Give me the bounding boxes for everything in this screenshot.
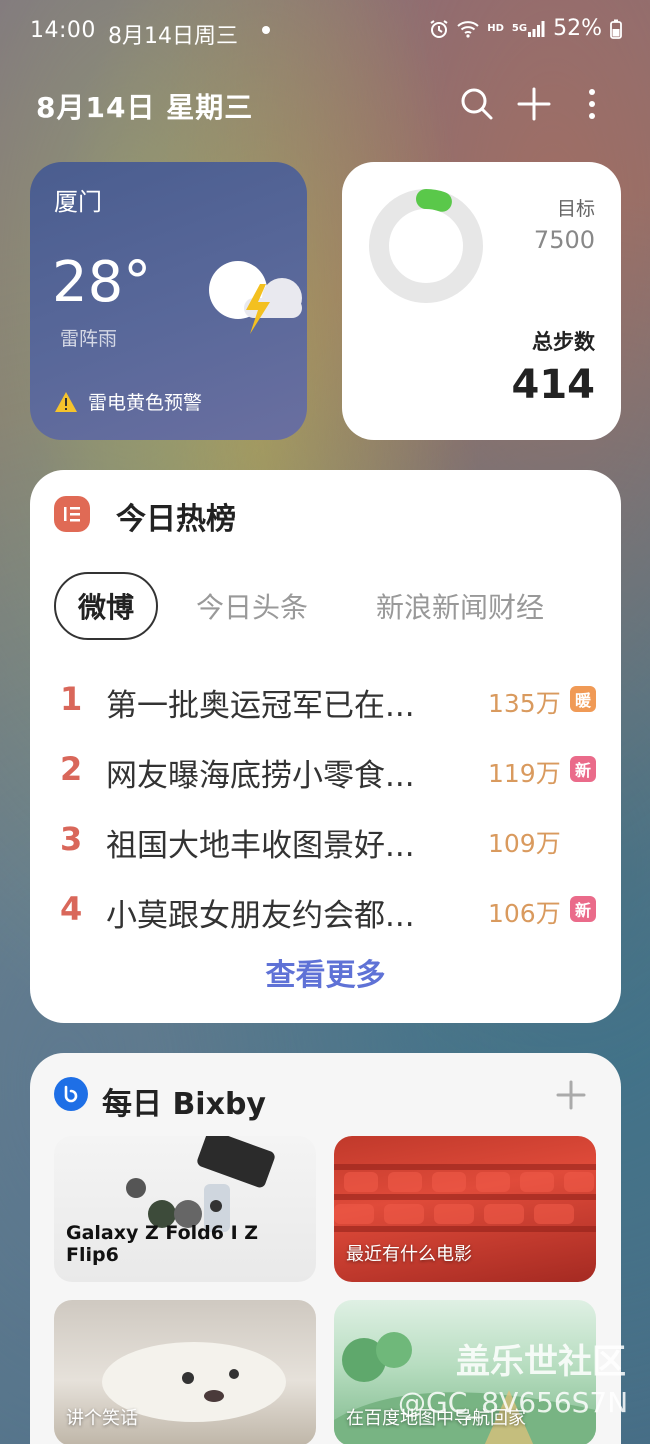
status-bar: 14:00 8月14日周三 HD 5G 52% — [0, 0, 650, 62]
headline-text: 小莫跟女朋友约会都... — [106, 898, 415, 934]
watermark-title: 盖乐世社区 — [456, 1342, 626, 1382]
plus-icon — [517, 87, 551, 121]
alarm-icon — [429, 19, 449, 39]
bixby-title: 每日 Bixby — [102, 1087, 266, 1122]
weather-city: 厦门 — [54, 188, 102, 216]
tile-label: Galaxy Z Fold6 I Z Flip6 — [66, 1222, 259, 1266]
search-icon — [461, 88, 493, 120]
tab-toutiao[interactable]: 今日头条 — [196, 572, 308, 640]
status-date: 8月14日周三 — [108, 24, 238, 49]
hd-indicator: HD — [487, 23, 504, 34]
status-icons: HD 5G 52% — [429, 16, 622, 41]
new-badge: 新 — [570, 756, 596, 782]
hot-list-logo-icon — [54, 496, 90, 532]
tab-sina-finance[interactable]: 新浪新闻财经 — [376, 572, 544, 640]
network-gen-label: 5G — [511, 23, 528, 34]
bixby-add-button[interactable] — [551, 1075, 591, 1115]
wifi-icon — [457, 20, 479, 38]
steps-widget[interactable]: 目标 7500 总步数 414 — [342, 162, 621, 440]
bixby-tile-joke[interactable]: 讲个笑话 — [54, 1300, 316, 1444]
page-title: 8月14日 星期三 — [36, 91, 254, 124]
status-time: 14:00 — [30, 18, 96, 43]
thunderstorm-icon — [204, 260, 307, 344]
search-button[interactable] — [457, 84, 497, 124]
hot-list-widget: 今日热榜 微博 今日头条 新浪新闻财经 1 第一批奥运冠军已在... 135万 … — [30, 470, 621, 1023]
rank-number: 3 — [60, 820, 83, 858]
steps-total-value: 414 — [511, 362, 596, 408]
rank-number: 4 — [60, 890, 83, 928]
heat-count: 109万 — [488, 829, 561, 858]
rank-number: 2 — [60, 750, 83, 788]
list-item[interactable]: 1 第一批奥运冠军已在... 135万 暖 — [30, 674, 621, 724]
add-widget-button[interactable] — [514, 84, 554, 124]
steps-goal-label: 目标 — [556, 198, 595, 220]
bixby-tile-movies[interactable]: 最近有什么电影 — [334, 1136, 596, 1282]
heat-count: 106万 — [488, 899, 561, 928]
rank-number: 1 — [60, 680, 83, 718]
hot-list-title: 今日热榜 — [116, 502, 236, 537]
list-item[interactable]: 3 祖国大地丰收图景好... 109万 — [30, 814, 621, 864]
heat-count: 119万 — [488, 759, 561, 788]
weather-temperature: 28° — [52, 250, 152, 315]
weather-alert-text: 雷电黄色预警 — [88, 392, 203, 414]
watermark-id: @GC_8V656S7N — [398, 1386, 629, 1419]
battery-icon — [610, 19, 622, 39]
weather-condition: 雷阵雨 — [60, 328, 118, 350]
headline-text: 第一批奥运冠军已在... — [106, 688, 415, 724]
heat-count: 135万 — [488, 689, 561, 718]
warm-badge: 暖 — [570, 686, 596, 712]
weather-alert[interactable]: 雷电黄色预警 — [54, 388, 202, 415]
see-more-link[interactable]: 查看更多 — [30, 950, 621, 994]
steps-goal-value: 7500 — [533, 226, 595, 254]
signal-icon: 5G — [512, 20, 545, 38]
tab-weibo[interactable]: 微博 — [54, 572, 158, 640]
list-item[interactable]: 4 小莫跟女朋友约会都... 106万 新 — [30, 884, 621, 934]
tile-label: 讲个笑话 — [66, 1408, 138, 1429]
battery-percent: 52% — [553, 16, 602, 41]
notification-dot — [262, 26, 270, 34]
more-vertical-icon — [589, 89, 595, 119]
weather-widget[interactable]: 厦门 28° 雷阵雨 雷电黄色预警 — [30, 162, 307, 440]
list-item[interactable]: 2 网友曝海底捞小零食... 119万 新 — [30, 744, 621, 794]
bixby-tile-galaxy[interactable]: Galaxy Z Fold6 I Z Flip6 — [54, 1136, 316, 1282]
steps-total-label: 总步数 — [532, 330, 595, 354]
steps-progress-ring — [369, 189, 483, 303]
headline-text: 祖国大地丰收图景好... — [106, 828, 415, 864]
plus-icon — [556, 1080, 586, 1110]
page-header: 8月14日 星期三 — [0, 78, 650, 134]
headline-text: 网友曝海底捞小零食... — [106, 758, 415, 794]
new-badge: 新 — [570, 896, 596, 922]
warning-icon — [55, 391, 77, 412]
bixby-logo-icon — [54, 1077, 88, 1111]
more-options-button[interactable] — [572, 84, 612, 124]
tile-label: 最近有什么电影 — [346, 1244, 472, 1265]
